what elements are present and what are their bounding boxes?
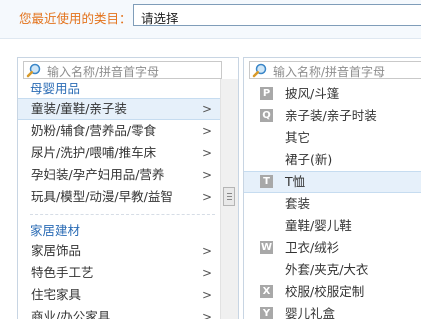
category-item-label: 商业/办公家具 bbox=[31, 309, 111, 319]
chevron-right-icon: > bbox=[202, 146, 213, 160]
recent-category-label: 您最近使用的类目： bbox=[19, 11, 132, 26]
subcategory-label: 披风/斗篷 bbox=[285, 86, 340, 101]
category-item-label: 家居饰品 bbox=[31, 243, 82, 258]
chevron-right-icon: > bbox=[202, 190, 213, 204]
subcategory-label: 亲子装/亲子时装 bbox=[285, 108, 377, 123]
category-item-label: 尿片/洗护/喂哺/推车床 bbox=[31, 145, 157, 160]
subcategory-label: 套装 bbox=[285, 196, 311, 211]
category-item[interactable]: 特色手工艺 > bbox=[18, 262, 238, 284]
subcategory-label: 裙子(新) bbox=[285, 152, 333, 167]
scrollbar-thumb[interactable] bbox=[223, 187, 235, 206]
index-letter-badge: W bbox=[260, 241, 273, 254]
subcategory-item[interactable]: 套装 bbox=[244, 193, 421, 215]
index-letter-badge: P bbox=[260, 87, 273, 100]
category-item[interactable]: 童装/童鞋/亲子装 > bbox=[18, 98, 238, 120]
index-letter-badge: X bbox=[260, 285, 273, 298]
chevron-right-icon: > bbox=[202, 168, 213, 182]
category-item[interactable]: 商业/办公家具 > bbox=[18, 306, 238, 319]
category-item[interactable]: 玩具/模型/动漫/早教/益智 > bbox=[18, 186, 238, 208]
index-letter-badge: Q bbox=[260, 109, 273, 122]
subcategory-item[interactable]: 其它 bbox=[244, 127, 421, 149]
chevron-right-icon: > bbox=[202, 124, 213, 138]
chevron-right-icon: > bbox=[202, 266, 213, 280]
left-search-placeholder: 输入名称/拼音首字母 bbox=[47, 65, 160, 79]
subcategory-item[interactable]: Q 亲子装/亲子时装 bbox=[244, 105, 421, 127]
subcategory-label: 婴儿礼盒 bbox=[285, 306, 336, 319]
subcategory-label: 外套/夹克/大衣 bbox=[285, 262, 369, 277]
search-icon bbox=[252, 63, 267, 78]
index-letter-badge: Y bbox=[260, 307, 273, 319]
right-search-input[interactable]: 输入名称/拼音首字母 bbox=[249, 61, 421, 79]
category-item-label: 孕妇装/孕产妇用品/营养 bbox=[31, 167, 165, 182]
search-icon bbox=[26, 63, 41, 78]
chevron-right-icon: > bbox=[202, 310, 213, 319]
subcategory-item[interactable]: 外套/夹克/大衣 bbox=[244, 259, 421, 281]
subcategory-label: 其它 bbox=[285, 130, 311, 145]
category-item-label: 玩具/模型/动漫/早教/益智 bbox=[31, 189, 173, 204]
subcategory-label: T恤 bbox=[285, 174, 306, 189]
primary-category-panel: 输入名称/拼音首字母 母婴用品 童装/童鞋/亲子装 > 奶粉/辅食/营养品/零食… bbox=[17, 57, 239, 319]
subcategory-item[interactable]: X 校服/校服定制 bbox=[244, 281, 421, 303]
left-search-input[interactable]: 输入名称/拼音首字母 bbox=[23, 61, 222, 79]
group-title-baby: 母婴用品 bbox=[30, 81, 81, 96]
subcategory-item[interactable]: Y 婴儿礼盒 bbox=[244, 303, 421, 319]
category-item[interactable]: 奶粉/辅食/营养品/零食 > bbox=[18, 120, 238, 142]
group-divider bbox=[30, 214, 215, 216]
index-letter-badge: T bbox=[260, 175, 273, 188]
recent-category-bar: 您最近使用的类目： 请选择 bbox=[0, 0, 421, 39]
category-item-label: 特色手工艺 bbox=[31, 265, 94, 280]
category-item[interactable]: 住宅家具 > bbox=[18, 284, 238, 306]
subcategory-item[interactable]: 裙子(新) bbox=[244, 149, 421, 171]
category-item-label: 奶粉/辅食/营养品/零食 bbox=[31, 123, 157, 138]
subcategory-label: 卫衣/绒衫 bbox=[285, 240, 340, 255]
subcategory-item[interactable]: P 披风/斗篷 bbox=[244, 83, 421, 105]
vertical-scrollbar[interactable] bbox=[220, 79, 238, 319]
group-title-home: 家居建材 bbox=[30, 223, 81, 238]
category-item[interactable]: 家居饰品 > bbox=[18, 240, 238, 262]
category-item-label: 童装/童鞋/亲子装 bbox=[31, 101, 127, 116]
category-item[interactable]: 孕妇装/孕产妇用品/营养 > bbox=[18, 164, 238, 186]
category-item[interactable]: 尿片/洗护/喂哺/推车床 > bbox=[18, 142, 238, 164]
chevron-right-icon: > bbox=[202, 288, 213, 302]
recent-category-value: 请选择 bbox=[141, 11, 179, 26]
chevron-right-icon: > bbox=[202, 244, 213, 258]
subcategory-item[interactable]: 童鞋/婴儿鞋 bbox=[244, 215, 421, 237]
chevron-right-icon: > bbox=[202, 102, 213, 116]
right-search-placeholder: 输入名称/拼音首字母 bbox=[273, 65, 386, 79]
subcategory-item[interactable]: W 卫衣/绒衫 bbox=[244, 237, 421, 259]
subcategory-label: 童鞋/婴儿鞋 bbox=[285, 218, 352, 233]
subcategory-label: 校服/校服定制 bbox=[285, 284, 365, 299]
category-item-label: 住宅家具 bbox=[31, 287, 82, 302]
primary-category-list: 母婴用品 童装/童鞋/亲子装 > 奶粉/辅食/营养品/零食 > 尿片/洗护/喂哺… bbox=[18, 79, 238, 319]
subcategory-item[interactable]: T T恤 bbox=[244, 171, 421, 193]
recent-category-select[interactable]: 请选择 bbox=[133, 4, 421, 26]
subcategory-panel: 输入名称/拼音首字母 P 披风/斗篷 Q 亲子装/亲子时装 其它 裙子(新) T… bbox=[243, 57, 421, 319]
